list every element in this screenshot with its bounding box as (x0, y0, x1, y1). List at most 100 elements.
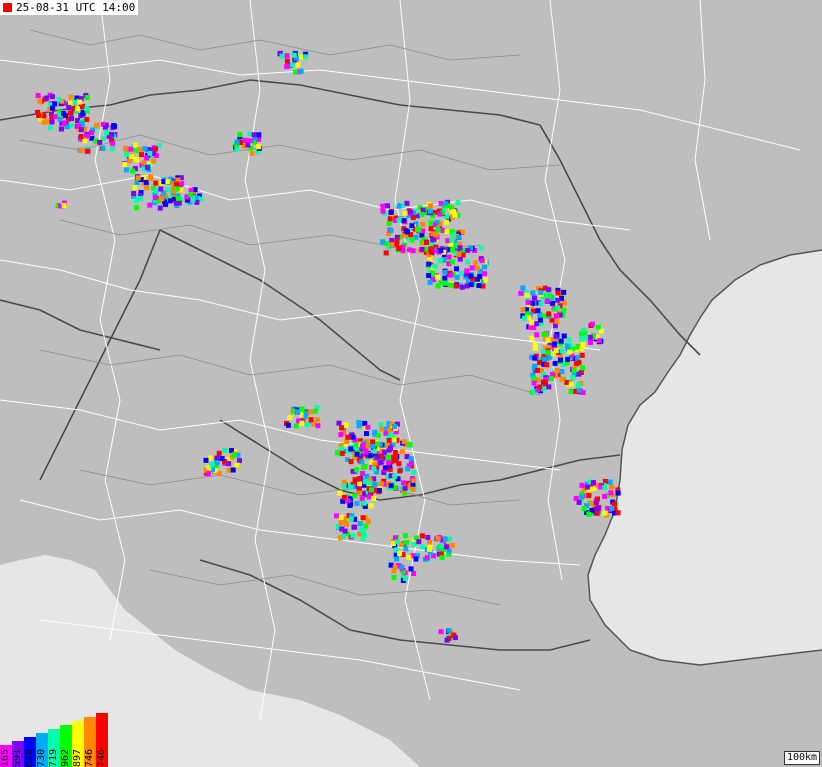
strike-dot (579, 494, 585, 500)
legend-count: 730 (36, 748, 47, 767)
strike-dot (476, 283, 482, 288)
strike-dot (525, 299, 531, 305)
strike-dot (594, 510, 600, 516)
strike-dot (546, 384, 552, 390)
strike-dot (442, 269, 448, 275)
strike-dot (368, 503, 374, 509)
strike-dot (152, 195, 158, 201)
legend-count: 165 (0, 748, 11, 767)
strike-dot (354, 500, 360, 506)
strike-dot (392, 424, 398, 429)
legend-bin: 719 (48, 729, 60, 767)
strike-dot (559, 348, 565, 354)
strike-dot (396, 203, 402, 209)
strike-dot (237, 458, 242, 464)
strike-dot (571, 368, 577, 374)
strike-dot (298, 68, 304, 74)
strike-dot (100, 145, 106, 151)
strike-dot (75, 106, 81, 112)
strike-dot (348, 459, 354, 465)
strike-dot (396, 246, 402, 252)
strike-dot (457, 245, 463, 251)
strike-dot (365, 424, 371, 430)
strike-dot (214, 455, 220, 461)
strike-dot (397, 468, 403, 474)
strike-dot (340, 534, 346, 540)
legend-bin: 628 (24, 737, 36, 767)
strike-dot (388, 432, 394, 438)
strike-dot (437, 258, 443, 264)
legend-count: 962 (60, 748, 71, 767)
strike-dot (293, 423, 299, 429)
strike-dot (609, 506, 614, 511)
strike-dot (67, 110, 73, 116)
strike-dot (432, 263, 438, 269)
strike-dot (84, 106, 90, 111)
strike-dot (579, 346, 585, 352)
strike-dot (370, 443, 376, 449)
strike-dot (425, 534, 431, 540)
strike-dot (284, 64, 290, 70)
strike-dot (148, 176, 154, 182)
strike-dot (247, 131, 253, 137)
strike-dot (234, 462, 240, 468)
strike-dot (299, 406, 305, 412)
strike-dot (36, 112, 42, 118)
strike-dot (369, 487, 374, 493)
strike-dot (78, 127, 84, 133)
strike-dot (442, 536, 448, 542)
strike-dot (343, 422, 349, 428)
strike-dot (452, 635, 458, 641)
strike-dot (438, 629, 444, 635)
strike-dot (388, 445, 393, 451)
strike-dot (579, 352, 585, 358)
strike-dot (348, 446, 354, 452)
strike-dot (554, 318, 560, 324)
strike-dot (389, 242, 395, 248)
strike-dot (551, 351, 557, 357)
strike-dot (372, 429, 378, 435)
strike-dot (151, 158, 157, 164)
strike-dot (356, 476, 362, 482)
strike-dot (338, 432, 344, 438)
strike-dot (435, 274, 441, 280)
strike-dot (543, 331, 549, 337)
strike-dot (410, 215, 416, 220)
strike-dot (339, 425, 345, 431)
strike-dot (392, 473, 398, 479)
strike-dot (127, 158, 133, 164)
strike-dot (335, 450, 341, 456)
strike-dot (522, 315, 527, 321)
strike-dot (251, 132, 257, 138)
strike-dot (402, 533, 408, 539)
strike-dot (380, 208, 386, 214)
strike-dot (424, 555, 430, 561)
strike-dot (190, 197, 196, 203)
strike-dot (607, 479, 613, 485)
strike-dot (304, 422, 310, 428)
strike-dot (348, 516, 354, 522)
strike-dot (531, 375, 537, 381)
strike-dot (535, 308, 541, 314)
strike-dot (360, 515, 366, 521)
strike-dot (538, 290, 544, 296)
strike-dot (540, 349, 546, 355)
strike-dot (438, 248, 444, 254)
strike-dot (361, 532, 367, 538)
strike-dot (379, 426, 385, 432)
strike-dot (123, 145, 129, 151)
strike-dot (357, 481, 363, 487)
strike-dot (367, 453, 373, 459)
strike-dot (289, 62, 295, 68)
strike-dot (130, 168, 136, 174)
strike-dot (553, 333, 559, 339)
legend-count: 746 (84, 748, 95, 767)
strike-dot (405, 229, 410, 235)
strike-dot (444, 637, 450, 643)
strike-dot (408, 209, 413, 215)
strike-dot (360, 465, 366, 471)
strike-dot (475, 276, 480, 282)
strike-dot (343, 521, 349, 527)
strike-dot (544, 298, 550, 304)
strike-dot (94, 122, 99, 128)
